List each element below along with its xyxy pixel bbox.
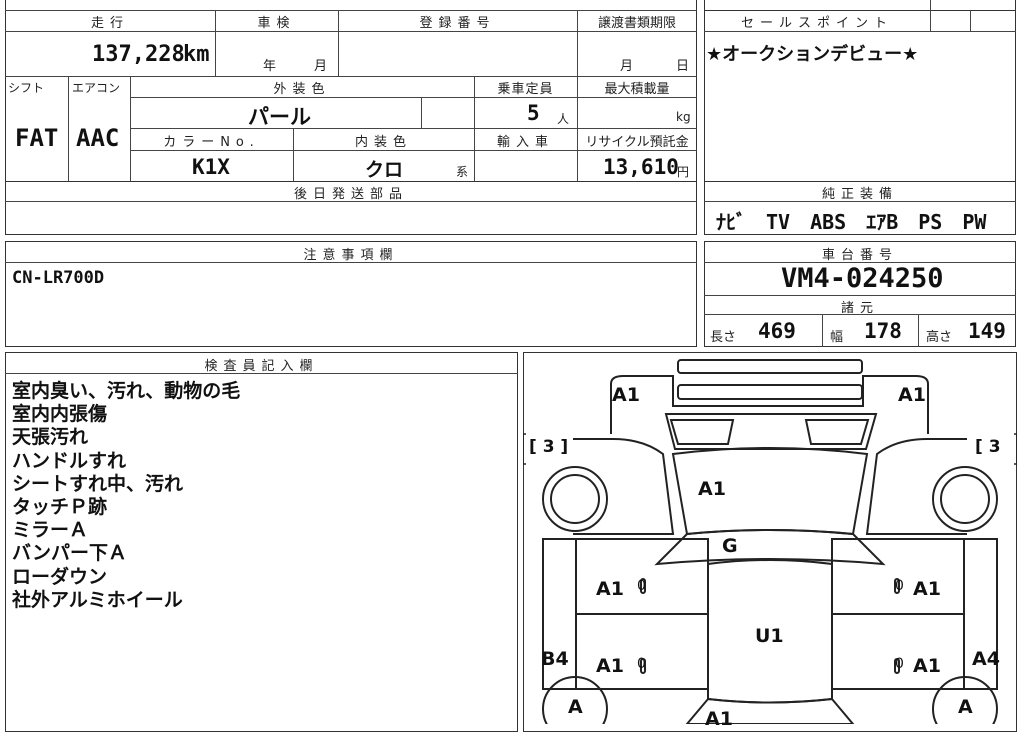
zero-mark-rf: 0	[895, 578, 904, 594]
zero-mark-lf: 0	[637, 578, 646, 594]
mark-front-left: A1	[612, 384, 640, 406]
equipment-text: ﾅﾋﾞ TV ABS ｴｱB PS PW	[716, 210, 987, 234]
windshield-outline	[654, 529, 886, 566]
interior-color-value: クロ	[365, 159, 404, 181]
mark-left-rear-door: A1	[596, 655, 624, 677]
inspection-label: 車検	[257, 16, 296, 31]
mark-right-rear-door: A1	[913, 655, 941, 677]
mark-hood: A1	[698, 478, 726, 500]
left-headlight-outline	[669, 419, 735, 445]
exterior-color-label: 外装色	[273, 82, 331, 97]
shift-value: FAT	[15, 124, 59, 152]
chassis-label: 車台番号	[821, 248, 898, 263]
month-unit: 月	[314, 59, 328, 74]
mileage-label: 走行	[90, 16, 129, 31]
left-front-wheel	[542, 466, 608, 532]
recycle-unit: 円	[677, 165, 690, 179]
registration-label: 登録番号	[419, 16, 496, 31]
front-bumper-outline	[677, 359, 863, 374]
length-value: 469	[758, 319, 796, 343]
notes-text: CN-LR700D	[12, 268, 105, 288]
transfer-month: 月	[620, 59, 634, 74]
transfer-deadline-label: 譲渡書類期限	[597, 16, 676, 31]
col-divider	[68, 76, 69, 181]
col-divider	[970, 10, 971, 31]
inspector-line: 社外アルミホイール	[12, 588, 183, 611]
exterior-color-value: パール	[248, 105, 311, 129]
mark-right-rocker: A4	[972, 648, 1000, 670]
inspector-label: 検査員記入欄	[204, 359, 319, 374]
col-divider	[930, 0, 931, 31]
col-divider	[421, 97, 422, 128]
right-rear-door	[831, 613, 965, 690]
mark-right-front-door: A1	[913, 578, 941, 600]
color-no-value: K1X	[192, 155, 230, 179]
specs-label: 諸元	[840, 301, 879, 316]
capacity-value: 5	[527, 101, 540, 125]
mark-roof: U1	[755, 625, 784, 647]
row-divider	[704, 31, 1016, 32]
sales-point-label: セールスポイント	[740, 16, 893, 31]
width-value: 178	[864, 319, 902, 343]
notes-label: 注意事項欄	[303, 248, 399, 263]
mark-left-rear-wheel: A	[568, 696, 583, 718]
year-unit: 年	[263, 59, 277, 74]
interior-color-suffix: 系	[456, 165, 469, 179]
left-front-door	[575, 538, 709, 615]
row-divider	[5, 10, 697, 11]
mileage-unit: km	[183, 42, 210, 67]
mark-right-rear-wheel: A	[958, 696, 973, 718]
transfer-day: 日	[676, 59, 690, 74]
later-parts-label: 後日発送部品	[293, 187, 408, 202]
mark-front-right: A1	[898, 384, 926, 406]
row-divider	[5, 76, 697, 77]
row-divider	[130, 150, 697, 151]
col-divider	[822, 314, 823, 347]
zero-mark-lr: 0	[637, 656, 646, 672]
recycle-value: 13,610	[603, 155, 679, 179]
color-no-label: カラーNo.	[163, 135, 260, 150]
shift-label: シフト	[8, 81, 45, 95]
front-grille-outline	[677, 384, 863, 400]
row-divider	[704, 295, 1016, 296]
right-headlight-outline	[804, 419, 870, 445]
aircon-label: エアコン	[72, 81, 121, 95]
sales-point-box	[704, 10, 1016, 182]
mark-left-front-door: A1	[596, 578, 624, 600]
equipment-label: 純正装備	[821, 187, 898, 202]
mileage-value: 137,228	[92, 42, 185, 67]
row-divider	[5, 31, 697, 32]
width-label: 幅	[830, 330, 844, 345]
right-front-door	[831, 538, 965, 615]
import-label: 輸入車	[496, 135, 554, 150]
height-label: 高さ	[926, 330, 953, 345]
row-divider	[130, 128, 697, 129]
right-front-wheel	[932, 466, 998, 532]
interior-color-label: 内装色	[354, 135, 412, 150]
zero-mark-rr: 0	[895, 656, 904, 672]
capacity-unit: 人	[557, 112, 570, 126]
recycle-label: リサイクル預託金	[585, 135, 689, 150]
chassis-value: VM4-024250	[781, 263, 944, 294]
height-value: 149	[968, 319, 1006, 343]
max-load-unit: kg	[676, 110, 691, 124]
row-divider	[130, 97, 697, 98]
length-label: 長さ	[710, 330, 737, 345]
max-load-label: 最大積載量	[604, 82, 670, 97]
bracket-left: [ 3 ]	[529, 437, 569, 457]
capacity-label: 乗車定員	[497, 82, 554, 97]
col-divider	[918, 314, 919, 347]
aircon-value: AAC	[76, 124, 120, 152]
mark-rear-partial: A1	[705, 708, 733, 730]
bracket-right: [ 3	[975, 437, 1001, 457]
mark-left-rocker: B4	[541, 648, 569, 670]
mark-windshield: G	[722, 535, 738, 557]
left-rear-door	[575, 613, 709, 690]
sales-point-text: ★オークションデビュー★	[706, 44, 919, 65]
